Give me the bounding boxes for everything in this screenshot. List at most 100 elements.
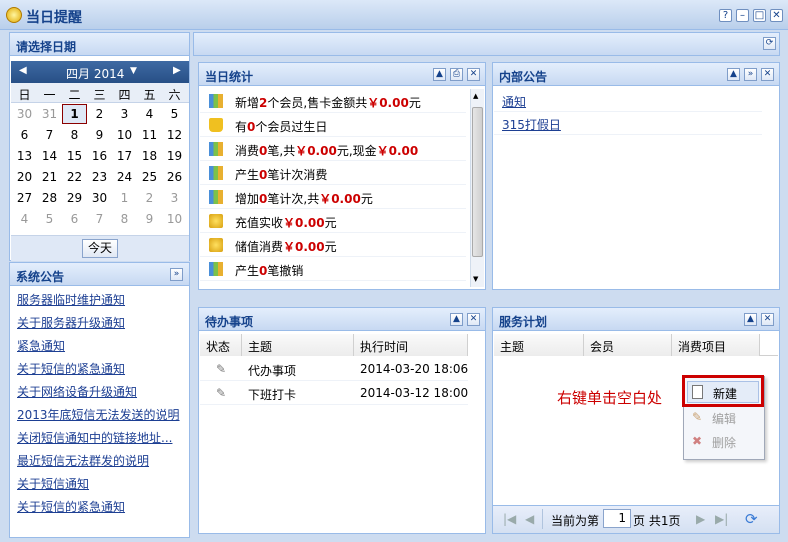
calendar-day[interactable]: 19 <box>162 149 187 163</box>
scroll-up-icon[interactable]: ▲ <box>473 92 478 100</box>
notice-link[interactable]: 紧急通知 <box>17 337 183 354</box>
calendar-day[interactable]: 1 <box>62 104 87 124</box>
calendar-day[interactable]: 15 <box>62 149 87 163</box>
notice-link[interactable]: 关闭短信通知中的链接地址... <box>17 429 183 446</box>
collapse-icon[interactable]: ▲ <box>433 68 446 81</box>
calendar-day[interactable]: 2 <box>87 107 112 121</box>
column-header[interactable]: 主题 <box>242 334 354 356</box>
calendar-day[interactable]: 17 <box>112 149 137 163</box>
calendar-day[interactable]: 27 <box>12 191 37 205</box>
menu-item-new[interactable]: 新建 <box>687 381 759 403</box>
calendar-day[interactable]: 18 <box>137 149 162 163</box>
calendar-day[interactable]: 9 <box>137 212 162 226</box>
calendar-day[interactable]: 30 <box>12 107 37 121</box>
scroll-down-icon[interactable]: ▼ <box>473 275 478 283</box>
calendar-day[interactable]: 6 <box>12 128 37 142</box>
page-input[interactable]: 1 <box>603 509 631 528</box>
calendar-day[interactable]: 5 <box>162 107 187 121</box>
calendar-day[interactable]: 3 <box>162 191 187 205</box>
collapse-icon[interactable]: ▲ <box>450 313 463 326</box>
column-header[interactable]: 会员 <box>584 334 672 356</box>
calendar-day[interactable]: 29 <box>62 191 87 205</box>
maximize-button[interactable]: □ <box>753 9 766 22</box>
prev-page-icon[interactable]: ◀ <box>525 512 534 526</box>
month-dropdown-icon[interactable]: ▼ <box>130 66 137 76</box>
calendar-day[interactable]: 24 <box>112 170 137 184</box>
close-button[interactable]: ✕ <box>770 9 783 22</box>
help-button[interactable]: ? <box>719 9 732 22</box>
column-header[interactable]: 执行时间 <box>354 334 468 356</box>
internal-notice-link[interactable]: 315打假日 <box>502 116 561 133</box>
minimize-button[interactable]: – <box>736 9 749 22</box>
calendar-day[interactable]: 8 <box>62 128 87 142</box>
calendar-day[interactable]: 22 <box>62 170 87 184</box>
calendar-day[interactable]: 23 <box>87 170 112 184</box>
collapse-icon[interactable]: ▲ <box>744 313 757 326</box>
calendar-day[interactable]: 7 <box>87 212 112 226</box>
calendar-day[interactable]: 9 <box>87 128 112 142</box>
today-button[interactable]: 今天 <box>82 239 118 258</box>
refresh-icon[interactable]: ⟳ <box>745 510 758 528</box>
notice-link[interactable]: 2013年底短信无法发送的说明 <box>17 406 183 423</box>
stats-scrollbar[interactable]: ▲ ▼ <box>470 89 484 287</box>
next-month-icon[interactable]: ▶ <box>173 65 181 76</box>
calendar-day[interactable]: 25 <box>137 170 162 184</box>
notice-link[interactable]: 关于短信通知 <box>17 475 183 492</box>
calendar-day[interactable]: 3 <box>112 107 137 121</box>
stat-label: 笔计次,共 <box>267 192 320 206</box>
calendar-day[interactable]: 31 <box>37 107 62 121</box>
last-page-icon[interactable]: ▶| <box>715 512 728 526</box>
close-icon[interactable]: ✕ <box>761 313 774 326</box>
table-row[interactable]: ✎ 代办事项 2014-03-20 18:06 <box>200 357 468 381</box>
calendar-day[interactable]: 8 <box>112 212 137 226</box>
calendar-day[interactable]: 2 <box>137 191 162 205</box>
collapse-icon[interactable]: ▲ <box>727 68 740 81</box>
notice-link[interactable]: 服务器临时维护通知 <box>17 291 183 308</box>
calendar-day[interactable]: 4 <box>12 212 37 226</box>
notice-link[interactable]: 关于短信的紧急通知 <box>17 498 183 515</box>
calendar-day[interactable]: 11 <box>137 128 162 142</box>
internal-notice-link[interactable]: 通知 <box>502 93 526 110</box>
prev-month-icon[interactable]: ◀ <box>19 65 27 76</box>
list-item[interactable]: 315打假日 <box>494 112 762 135</box>
calendar-month[interactable]: 四月 2014 <box>66 65 124 82</box>
menu-item-edit[interactable]: ✎ 编辑 <box>687 407 759 429</box>
calendar-day[interactable]: 13 <box>12 149 37 163</box>
table-row[interactable]: ✎ 下班打卡 2014-03-12 18:00 <box>200 381 468 405</box>
expand-icon[interactable]: » <box>744 68 757 81</box>
notice-link[interactable]: 关于服务器升级通知 <box>17 314 183 331</box>
calendar-day[interactable]: 4 <box>137 107 162 121</box>
refresh-icon[interactable]: ⟳ <box>763 37 776 50</box>
calendar-day[interactable]: 28 <box>37 191 62 205</box>
calendar-day[interactable]: 16 <box>87 149 112 163</box>
calendar-day[interactable]: 10 <box>112 128 137 142</box>
calendar-day[interactable]: 1 <box>112 191 137 205</box>
calendar-day[interactable]: 26 <box>162 170 187 184</box>
calendar-day[interactable]: 12 <box>162 128 187 142</box>
first-page-icon[interactable]: |◀ <box>503 512 516 526</box>
notice-link[interactable]: 最近短信无法群发的说明 <box>17 452 183 469</box>
menu-item-delete[interactable]: ✖ 删除 <box>687 431 759 453</box>
calendar-day[interactable]: 14 <box>37 149 62 163</box>
calendar-day[interactable]: 21 <box>37 170 62 184</box>
calendar-day[interactable]: 5 <box>37 212 62 226</box>
notice-link[interactable]: 关于网络设备升级通知 <box>17 383 183 400</box>
close-icon[interactable]: ✕ <box>467 313 480 326</box>
notice-link[interactable]: 关于短信的紧急通知 <box>17 360 183 377</box>
print-icon[interactable]: ⎙ <box>450 68 463 81</box>
column-header[interactable]: 消费项目 <box>672 334 760 356</box>
calendar-day[interactable]: 30 <box>87 191 112 205</box>
calendar-day[interactable]: 20 <box>12 170 37 184</box>
calendar-day[interactable]: 10 <box>162 212 187 226</box>
list-item[interactable]: 通知 <box>494 89 762 112</box>
close-icon[interactable]: ✕ <box>467 68 480 81</box>
calendar-day[interactable]: 6 <box>62 212 87 226</box>
next-page-icon[interactable]: ▶ <box>696 512 705 526</box>
column-header[interactable]: 主题 <box>494 334 584 356</box>
close-icon[interactable]: ✕ <box>761 68 774 81</box>
stat-label: 产生 <box>235 264 260 278</box>
calendar-day[interactable]: 7 <box>37 128 62 142</box>
column-header[interactable]: 状态 <box>200 334 242 356</box>
expand-icon[interactable]: » <box>170 268 183 281</box>
scroll-thumb[interactable] <box>472 107 483 257</box>
